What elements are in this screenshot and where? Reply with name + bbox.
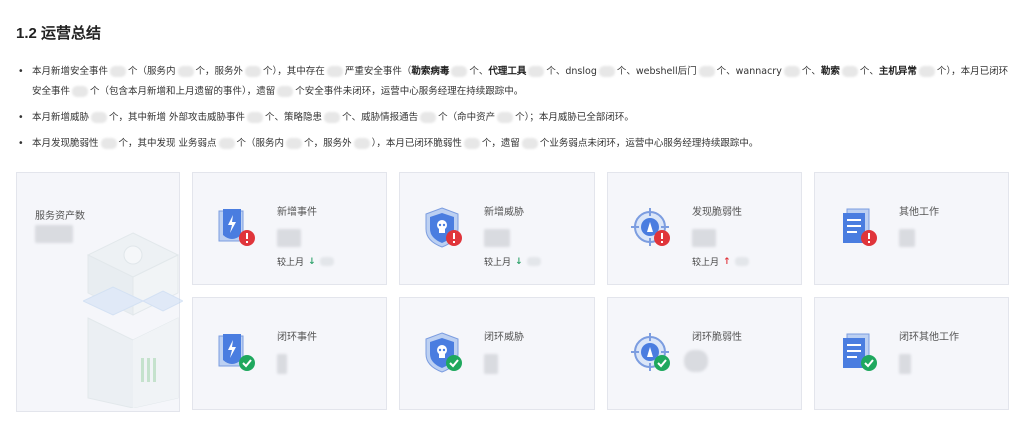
arrow-up-icon: ↑ <box>723 256 731 267</box>
server-illustration <box>83 232 183 408</box>
month-trend: 较上月 ↓ <box>277 255 334 268</box>
month-trend: 较上月 ↑ <box>692 255 749 268</box>
card-value-redacted <box>899 354 911 374</box>
card-label: 其他工作 <box>899 207 939 218</box>
summary-vulns: 本月发现脆弱性个，其中发现 业务弱点个（服务内个，服务外），本月已闭环脆弱性个，… <box>14 134 1010 154</box>
card-closed-threats: 闭环威胁 <box>399 297 595 410</box>
card-value-redacted <box>277 354 287 374</box>
card-new-threats: 新增威胁 较上月 ↓ <box>399 172 595 285</box>
target-vuln-icon <box>630 330 674 376</box>
card-value-redacted <box>35 225 73 243</box>
card-value-redacted <box>899 229 915 247</box>
card-label: 发现脆弱性 <box>692 207 742 218</box>
check-icon <box>239 355 255 371</box>
document-icon <box>837 205 881 251</box>
summary-threats: 本月新增威胁个，其中新增 外部攻击威胁事件个、策略隐患个、威胁情报通告个（命中资… <box>14 108 1010 128</box>
check-icon <box>446 355 462 371</box>
arrow-down-icon: ↓ <box>515 256 523 267</box>
summary-list: 本月新增安全事件个（服务内个，服务外个），其中存在严重安全事件（勒索病毒个、代理… <box>14 62 1010 160</box>
card-value-redacted <box>684 350 708 372</box>
arrow-down-icon: ↓ <box>308 256 316 267</box>
card-closed-other-work: 闭环其他工作 <box>814 297 1009 410</box>
check-icon <box>861 355 877 371</box>
shield-event-icon <box>215 330 259 376</box>
target-vuln-icon <box>630 205 674 251</box>
shield-threat-icon <box>422 205 466 251</box>
card-value-redacted <box>692 229 716 247</box>
card-label: 新增事件 <box>277 207 317 218</box>
card-closed-vulnerabilities: 闭环脆弱性 <box>607 297 802 410</box>
card-closed-events: 闭环事件 <box>192 297 387 410</box>
section-title: 1.2 运营总结 <box>16 25 102 42</box>
summary-events: 本月新增安全事件个（服务内个，服务外个），其中存在严重安全事件（勒索病毒个、代理… <box>14 62 1010 102</box>
card-label: 闭环其他工作 <box>899 332 959 343</box>
card-other-work: 其他工作 <box>814 172 1009 285</box>
card-vulnerabilities: 发现脆弱性 较上月 ↑ <box>607 172 802 285</box>
shield-event-icon <box>215 205 259 251</box>
card-label: 新增威胁 <box>484 207 524 218</box>
card-service-assets: 服务资产数 <box>16 172 183 412</box>
card-label: 闭环威胁 <box>484 332 524 343</box>
check-icon <box>654 355 670 371</box>
card-value-redacted <box>277 229 301 247</box>
card-value-redacted <box>484 354 498 374</box>
card-value-redacted <box>484 229 510 247</box>
shield-threat-icon <box>422 330 466 376</box>
card-label: 服务资产数 <box>35 211 85 222</box>
document-icon <box>837 330 881 376</box>
card-label: 闭环事件 <box>277 332 317 343</box>
card-new-events: 新增事件 较上月 ↓ <box>192 172 387 285</box>
month-trend: 较上月 ↓ <box>484 255 541 268</box>
card-label: 闭环脆弱性 <box>692 332 742 343</box>
